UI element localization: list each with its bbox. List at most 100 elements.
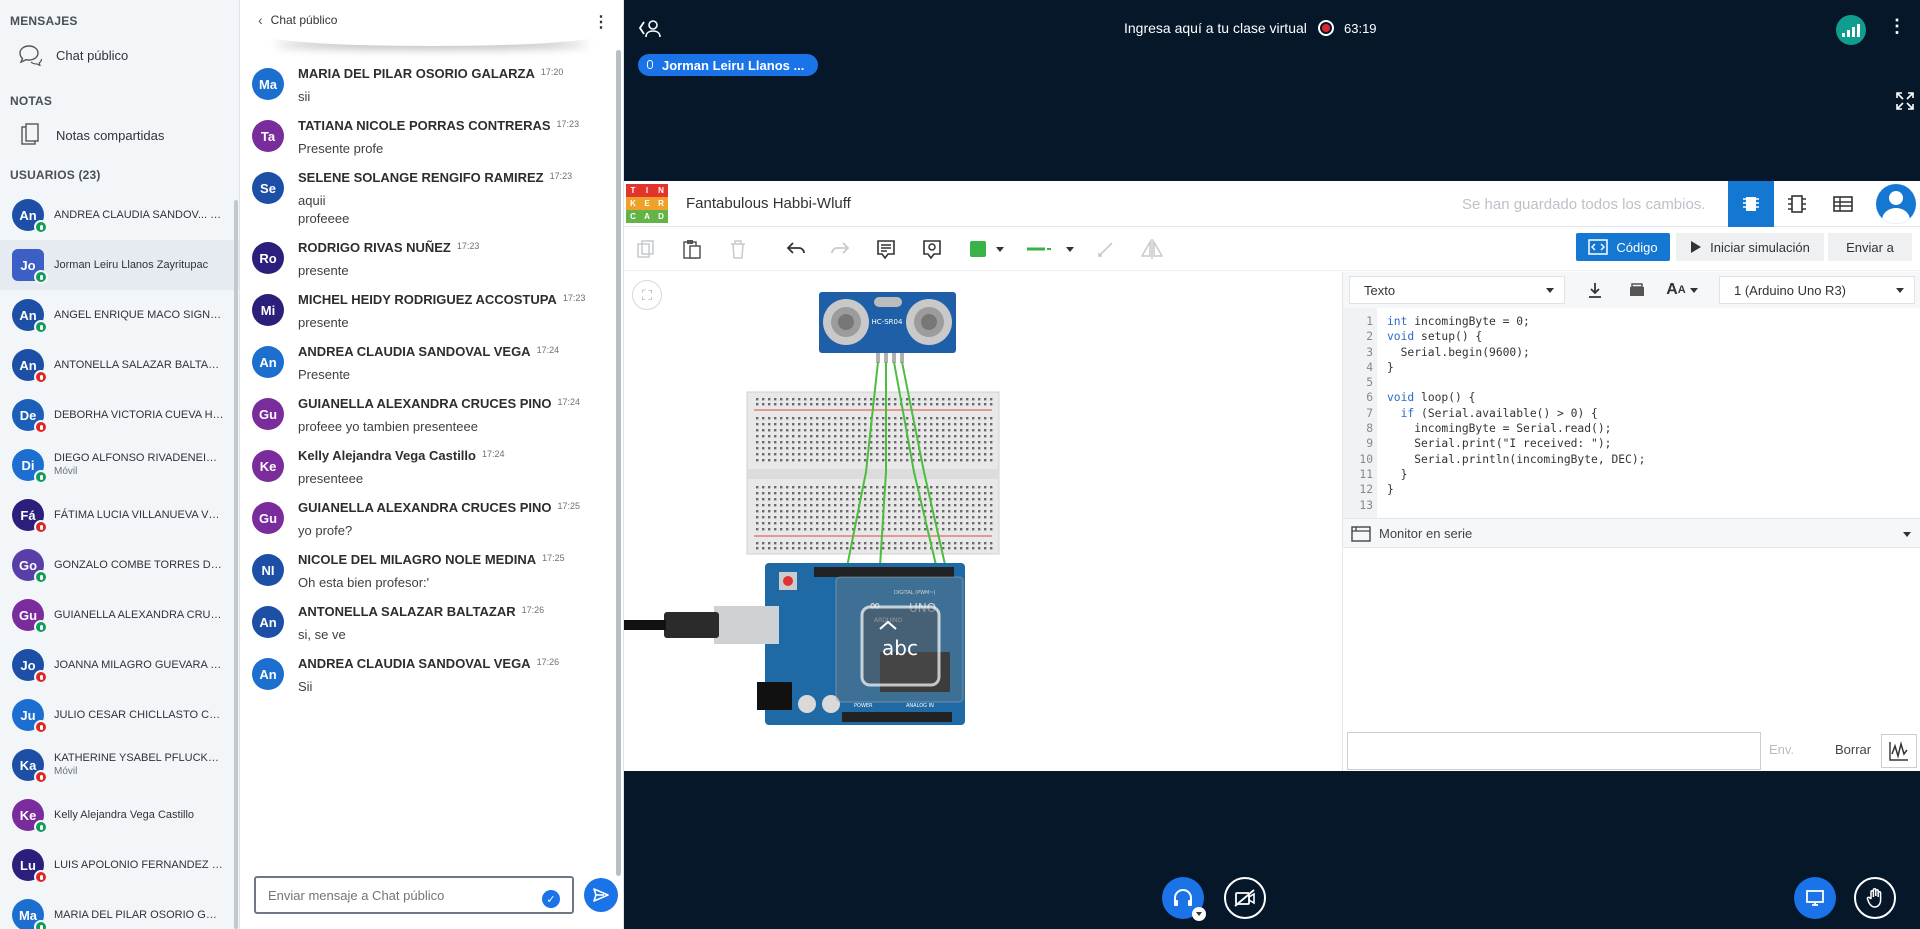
undo-icon[interactable] (784, 237, 808, 261)
public-chat-nav[interactable]: Chat público (0, 30, 239, 80)
chat-message: NI NICOLE DEL MILAGRO NOLE MEDINA 17:25 Oh … (240, 552, 610, 592)
user-avatar: Ju (12, 699, 48, 734)
project-name[interactable]: Fantabulous Habbi-Wluff (686, 195, 851, 212)
share-webcam-button[interactable] (1224, 877, 1266, 919)
audio-options-icon[interactable] (1192, 907, 1206, 921)
microphone-icon (34, 270, 48, 284)
user-name-line: ANTONELLA SALAZAR BALTAZAR (54, 358, 224, 372)
delete-icon[interactable] (726, 237, 750, 261)
user-avatar: De (12, 399, 48, 434)
send-to-button[interactable]: Enviar a (1828, 233, 1912, 261)
connection-status-icon[interactable] (1836, 15, 1866, 45)
recording-indicator-icon[interactable] (1318, 20, 1334, 36)
color-dropdown-icon[interactable] (988, 237, 1012, 261)
schematic-view-tab[interactable] (1774, 181, 1820, 227)
options-menu-icon[interactable]: ⋮ (1888, 16, 1906, 37)
user-name-line: ANGEL ENRIQUE MACO SIGNORI (54, 308, 224, 322)
send-message-button[interactable] (584, 878, 618, 912)
message-text: sii (298, 89, 311, 104)
library-icon[interactable] (1625, 278, 1649, 302)
components-list-tab[interactable] (1820, 181, 1866, 227)
board-select[interactable]: 1 (Arduino Uno R3) (1719, 276, 1915, 304)
sender-name: NICOLE DEL MILAGRO NOLE MEDINA (298, 552, 537, 567)
user-list-item[interactable]: Gu GUIANELLA ALEXANDRA CRUCES P... (0, 590, 239, 640)
user-list-item[interactable]: Ke Kelly Alejandra Vega Castillo (0, 790, 239, 840)
user-list-item[interactable]: Di DIEGO ALFONSO RIVADENEIRA TU... Móvil (0, 440, 239, 490)
notes-visibility-icon[interactable] (920, 237, 944, 261)
microphone-icon (647, 60, 653, 69)
user-list-item[interactable]: Fá FÁTIMA LUCIA VILLANUEVA VENEG... (0, 490, 239, 540)
user-list-item[interactable]: An ANTONELLA SALAZAR BALTAZAR (0, 340, 239, 390)
chat-message: Gu GUIANELLA ALEXANDRA CRUCES PINO 17:24 pr… (240, 396, 610, 436)
chat-scrollbar[interactable] (616, 50, 621, 876)
user-list-scrollbar[interactable] (234, 200, 238, 929)
line-number: 2 (1366, 330, 1373, 344)
avatar-initials: An (259, 666, 277, 682)
presentation-button[interactable] (1794, 877, 1836, 919)
code-textarea[interactable]: 1 2 3 4 5 6 7 8 9 10 11 12 13 int incomingByte = 0; v… (1343, 308, 1920, 518)
paste-icon[interactable] (680, 237, 704, 261)
logo-letter: A (640, 210, 654, 223)
rotate-icon[interactable] (1094, 237, 1118, 261)
chat-message: An ANDREA CLAUDIA SANDOVAL VEGA 17:26 Sii (240, 656, 610, 696)
start-simulation-button[interactable]: Iniciar simulación (1676, 233, 1824, 261)
message-header: MARIA DEL PILAR OSORIO GALARZA 17:20 (298, 66, 563, 81)
user-list-toggle-icon[interactable] (638, 18, 662, 43)
serial-input-field[interactable] (1347, 732, 1761, 770)
shared-notes-nav[interactable]: Notas compartidas (0, 110, 239, 160)
avatar-initials: Ju (20, 707, 36, 723)
serial-monitor-icon (1351, 526, 1371, 542)
back-chevron-icon[interactable]: ‹ (258, 12, 263, 28)
circuit-view-tab[interactable] (1728, 181, 1774, 227)
sender-name: ANDREA CLAUDIA SANDOVAL VEGA (298, 344, 531, 359)
user-list-item[interactable]: Ju JULIO CESAR CHICLLASTO CHIPANA (0, 690, 239, 740)
ultrasonic-sensor[interactable]: HC-SR04 (819, 292, 956, 363)
wire-dropdown-icon[interactable] (1058, 237, 1082, 261)
user-list-item[interactable]: Ma MARIA DEL PILAR OSORIO GALARZA (0, 890, 239, 929)
logo-letter: N (654, 184, 668, 197)
download-icon[interactable] (1583, 278, 1607, 302)
users-list: An ANDREA CLAUDIA SANDOV... (Usted) Jo Jorm… (0, 190, 239, 929)
usb-cable[interactable] (624, 612, 719, 638)
wire-type-picker[interactable] (1024, 237, 1054, 261)
user-list-item[interactable]: Go GONZALO COMBE TORRES DELLA ... (0, 540, 239, 590)
serial-clear-button[interactable]: Borrar (1835, 742, 1871, 757)
fullscreen-icon[interactable] (1896, 92, 1914, 115)
serial-graph-button[interactable] (1881, 734, 1917, 768)
message-body: MARIA DEL PILAR OSORIO GALARZA 17:20 sii (298, 66, 563, 106)
code-line: void setup() { (1387, 330, 1483, 344)
serial-collapse-icon[interactable] (1903, 532, 1911, 537)
chat-message: Ro RODRIGO RIVAS NUÑEZ 17:23 presente (240, 240, 610, 280)
chat-message-input[interactable] (254, 876, 574, 914)
user-list-item[interactable]: Jo JOANNA MILAGRO GUEVARA ROD... (0, 640, 239, 690)
copy-icon[interactable] (634, 237, 658, 261)
virtual-keyboard-overlay[interactable]: abc (835, 576, 964, 703)
redo-icon[interactable] (828, 237, 852, 261)
message-header: MICHEL HEIDY RODRIGUEZ ACCOSTUPA 17:23 (298, 292, 585, 307)
user-list-item[interactable]: Jo Jorman Leiru Llanos Zayritupac (0, 240, 239, 290)
editor-mode-select[interactable]: Texto (1349, 276, 1565, 304)
user-list-item[interactable]: Lu LUIS APOLONIO FERNANDEZ VARG... (0, 840, 239, 890)
message-body: ANDREA CLAUDIA SANDOVAL VEGA 17:24 Present… (298, 344, 559, 384)
circuit-canvas[interactable]: ⛶ HC-SR04 POWER ANALOG IN abc (624, 272, 1342, 771)
user-list-item[interactable]: Ka KATHERINE YSABEL PFLUCKER GU... Móvil (0, 740, 239, 790)
user-name-line: MARIA DEL PILAR OSORIO GALARZA (54, 908, 224, 922)
user-avatar-icon[interactable] (1876, 184, 1916, 224)
code-button[interactable]: Código (1576, 233, 1670, 261)
raise-hand-button[interactable] (1854, 877, 1896, 919)
notes-tool-icon[interactable] (874, 237, 898, 261)
font-size-icon[interactable]: AA (1665, 278, 1699, 302)
flip-icon[interactable] (1140, 237, 1164, 261)
user-list-item[interactable]: De DEBORHA VICTORIA CUEVA HUAPA... (0, 390, 239, 440)
message-text: presente (298, 263, 349, 278)
user-name: ANDREA CLAUDIA SANDOV... (54, 209, 208, 221)
audio-button[interactable] (1162, 877, 1206, 921)
serial-send-button[interactable]: Env. (1769, 742, 1794, 757)
user-list-item[interactable]: An ANGEL ENRIQUE MACO SIGNORI (0, 290, 239, 340)
serial-monitor-header[interactable]: Monitor en serie (1343, 518, 1920, 548)
chat-options-icon[interactable]: ⋮ (593, 12, 609, 32)
message-text: profeee yo tambien presenteee (298, 419, 478, 434)
user-list-item[interactable]: An ANDREA CLAUDIA SANDOV... (Usted) (0, 190, 239, 240)
board-select-value: 1 (Arduino Uno R3) (1734, 282, 1846, 298)
color-picker[interactable] (966, 237, 990, 261)
